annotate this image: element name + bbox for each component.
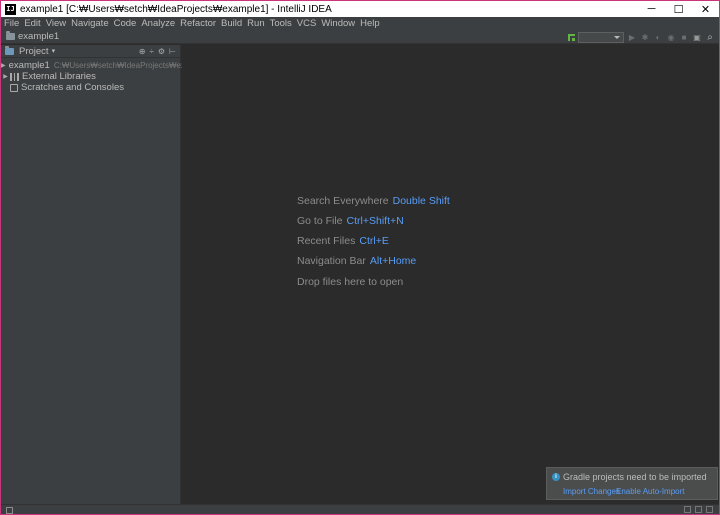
menu-run[interactable]: Run xyxy=(247,18,264,29)
scratch-icon xyxy=(10,83,18,92)
project-panel-tools: ⊕ ÷ ⚙ ⊢ xyxy=(135,45,176,58)
project-tree: ▶ example1 C:₩Users₩setch₩IdeaProjects₩e… xyxy=(1,58,211,93)
tool-windows-icon[interactable] xyxy=(6,507,13,514)
status-indicators xyxy=(680,506,713,513)
window-controls: ─ ☐ ✕ xyxy=(638,1,719,17)
info-icon: i xyxy=(552,473,560,481)
menu-analyze[interactable]: Analyze xyxy=(141,18,175,29)
search-icon[interactable]: ⌕ xyxy=(705,32,715,43)
hint-label: Drop files here to open xyxy=(297,276,404,288)
tree-item-scratches[interactable]: Scratches and Consoles xyxy=(1,82,180,93)
gear-icon[interactable]: ⚙ xyxy=(158,47,165,56)
tree-item-external-libraries[interactable]: ▶ External Libraries xyxy=(1,71,180,82)
tree-item-label: example1 xyxy=(8,60,50,71)
hint-label: Navigation Bar xyxy=(297,255,366,267)
hint-label: Recent Files xyxy=(297,235,356,247)
inspector-icon[interactable] xyxy=(695,506,702,513)
locate-icon[interactable]: ⊕ xyxy=(139,47,146,56)
project-structure-icon[interactable]: ▣ xyxy=(692,32,702,42)
run-toolbar: ▶ ✱ ◐ ◉ ■ ▣ ⌕ xyxy=(563,30,715,44)
maximize-button[interactable]: ☐ xyxy=(665,1,692,17)
menu-window[interactable]: Window xyxy=(321,18,355,29)
hammer-icon[interactable] xyxy=(566,32,576,42)
tree-item-example1[interactable]: ▶ example1 C:₩Users₩setch₩IdeaProjects₩e… xyxy=(1,60,211,71)
project-panel-header: Project ▾ ⊕ ÷ ⚙ ⊢ xyxy=(1,45,180,58)
menu-view[interactable]: View xyxy=(46,18,66,29)
hint-recent-files: Recent Files Ctrl+E xyxy=(297,235,389,247)
run-icon[interactable]: ▶ xyxy=(627,32,637,42)
menu-navigate[interactable]: Navigate xyxy=(71,18,109,29)
title-bar[interactable]: IJ example1 [C:₩Users₩setch₩IdeaProjects… xyxy=(1,1,719,17)
project-view-title[interactable]: Project xyxy=(19,46,49,57)
run-configuration-select[interactable] xyxy=(578,31,624,43)
tree-item-label: External Libraries xyxy=(22,71,96,82)
menu-build[interactable]: Build xyxy=(221,18,242,29)
expand-arrow-icon[interactable]: ▶ xyxy=(1,62,6,69)
hint-shortcut: Ctrl+Shift+N xyxy=(346,215,404,227)
status-bar xyxy=(1,504,719,514)
tree-item-label: Scratches and Consoles xyxy=(21,82,124,93)
intellij-logo-icon: IJ xyxy=(5,3,16,15)
menu-edit[interactable]: Edit xyxy=(24,18,40,29)
hint-shortcut: Alt+Home xyxy=(369,255,417,267)
hint-search-everywhere: Search Everywhere Double Shift xyxy=(297,195,450,207)
stop-icon[interactable]: ■ xyxy=(679,32,689,42)
project-panel: Project ▾ ⊕ ÷ ⚙ ⊢ ▶ example1 C:₩Users₩se… xyxy=(1,45,211,504)
window-title: example1 [C:₩Users₩setch₩IdeaProjects₩ex… xyxy=(20,3,332,15)
menu-bar: File Edit View Navigate Code Analyze Ref… xyxy=(1,17,719,30)
project-view-icon xyxy=(5,45,14,55)
profile-icon[interactable]: ◉ xyxy=(666,32,676,42)
breadcrumb-label: example1 xyxy=(18,31,60,42)
collapse-all-icon[interactable]: ÷ xyxy=(149,47,153,56)
menu-file[interactable]: File xyxy=(4,18,19,29)
menu-tools[interactable]: Tools xyxy=(270,18,292,29)
hint-label: Go to File xyxy=(297,215,343,227)
gradle-import-notification: i Gradle projects need to be imported Im… xyxy=(546,467,718,500)
breadcrumb[interactable]: example1 xyxy=(6,31,59,42)
minimize-button[interactable]: ─ xyxy=(638,1,665,17)
menu-refactor[interactable]: Refactor xyxy=(180,18,216,29)
notification-title: Gradle projects need to be imported xyxy=(563,472,707,482)
hint-shortcut: Ctrl+E xyxy=(359,235,389,247)
folder-icon xyxy=(6,31,15,40)
coverage-icon[interactable]: ◐ xyxy=(653,32,663,42)
menu-vcs[interactable]: VCS xyxy=(297,18,317,29)
hide-panel-icon[interactable]: ⊢ xyxy=(169,47,176,56)
enable-auto-import-link[interactable]: Enable Auto-Import xyxy=(616,487,684,496)
menu-help[interactable]: Help xyxy=(360,18,380,29)
hint-shortcut: Double Shift xyxy=(392,195,450,207)
menu-code[interactable]: Code xyxy=(114,18,137,29)
hint-go-to-file: Go to File Ctrl+Shift+N xyxy=(297,215,404,227)
hint-label: Search Everywhere xyxy=(297,195,389,207)
close-button[interactable]: ✕ xyxy=(692,1,719,17)
debug-icon[interactable]: ✱ xyxy=(640,32,650,42)
navigation-toolbar: example1 ▶ ✱ ◐ ◉ ■ ▣ ⌕ xyxy=(1,30,719,44)
event-log-icon[interactable] xyxy=(706,506,713,513)
hint-navigation-bar: Navigation Bar Alt+Home xyxy=(297,255,416,267)
lock-icon[interactable] xyxy=(684,506,691,513)
editor-area[interactable]: Search Everywhere Double Shift Go to File… xyxy=(182,45,719,504)
chevron-down-icon[interactable]: ▾ xyxy=(52,47,56,55)
ide-window: IJ example1 [C:₩Users₩setch₩IdeaProjects… xyxy=(0,0,720,515)
hint-drop-files: Drop files here to open xyxy=(297,276,403,288)
import-changes-link[interactable]: Import Changes xyxy=(563,487,620,496)
expand-arrow-icon[interactable]: ▶ xyxy=(1,73,10,80)
library-icon xyxy=(10,72,19,81)
